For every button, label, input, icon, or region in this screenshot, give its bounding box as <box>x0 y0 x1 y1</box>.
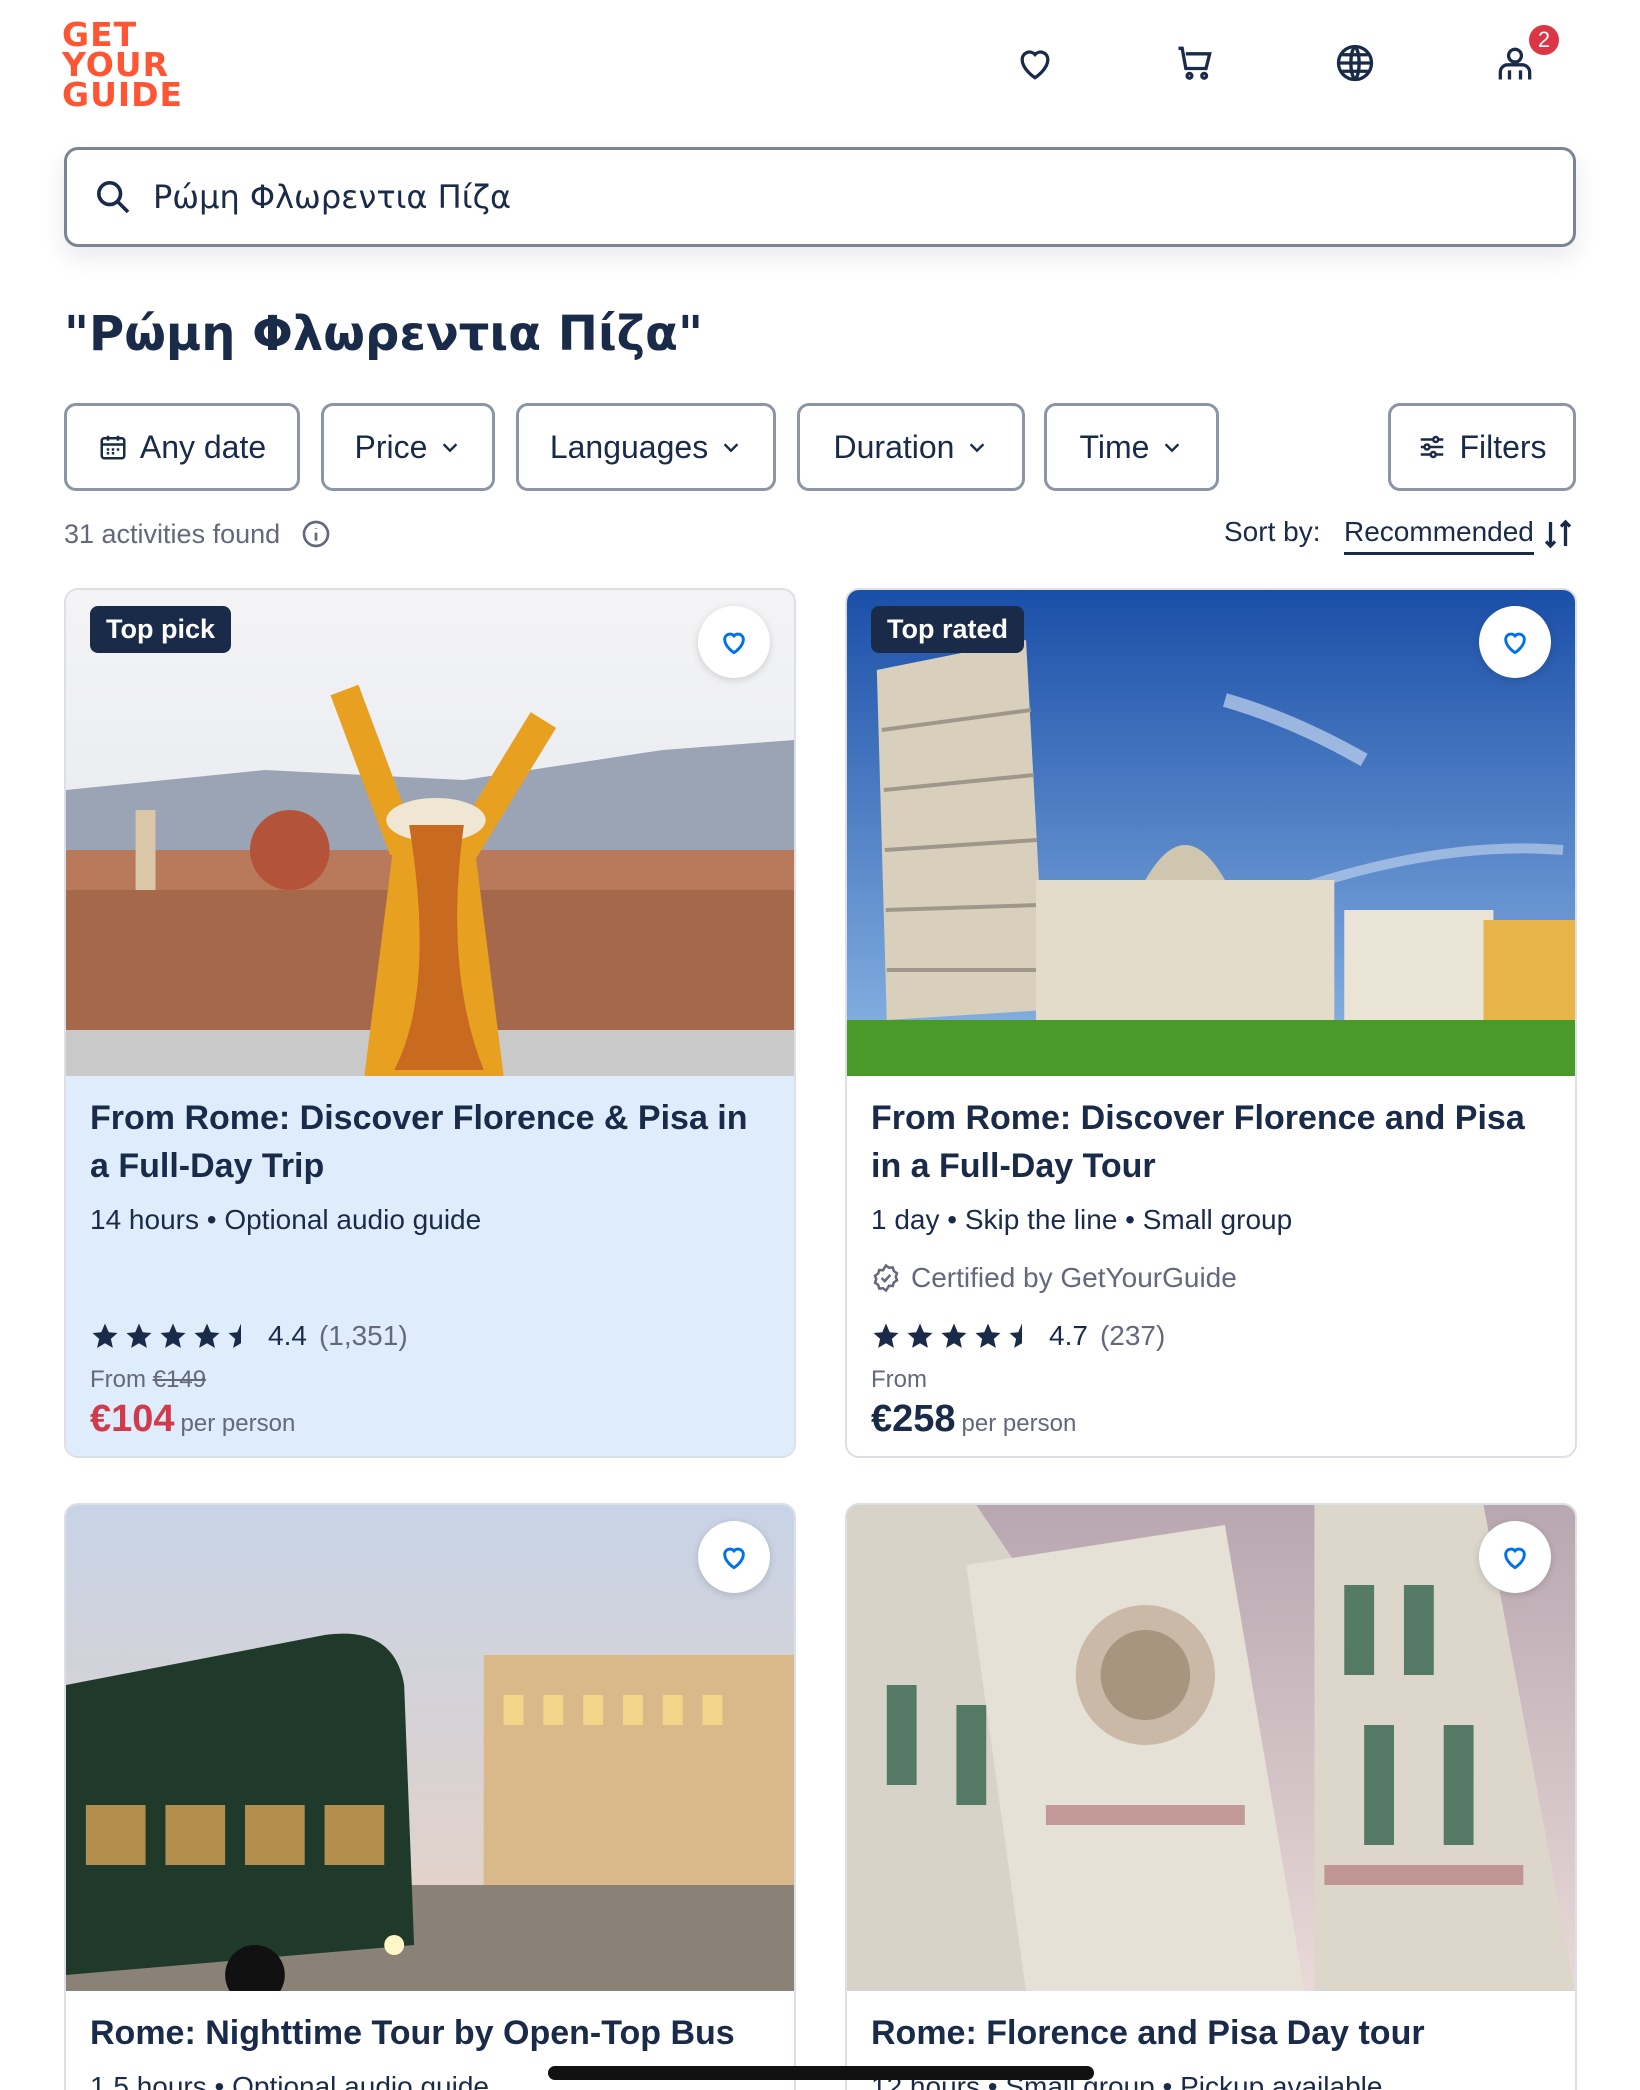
original-price: €149 <box>152 1366 207 1393</box>
page: GET YOUR GUIDE 2 "Ρώμη Φλωρεντια Πίζα" A… <box>0 0 1640 2090</box>
top-rated-badge: Top rated <box>871 606 1024 653</box>
price: €258 per person <box>871 1398 1077 1440</box>
price: €104 per person <box>90 1398 296 1440</box>
review-count: (1,351) <box>318 1320 408 1351</box>
rating-value: 4.4 <box>268 1320 307 1351</box>
top-pick-badge: Top pick <box>90 606 232 653</box>
activity-card[interactable]: Top pick From Rome: Discover Florence & … <box>64 588 796 1458</box>
activity-title[interactable]: From Rome: Discover Florence & Pisa in a… <box>90 1094 770 1190</box>
time-filter-button[interactable]: Time <box>1044 403 1219 491</box>
duration-filter-button[interactable]: Duration <box>797 403 1025 491</box>
star-icon <box>975 1323 1001 1348</box>
heart-icon <box>723 1547 745 1570</box>
heart-icon <box>723 632 745 655</box>
price-filter-button[interactable]: Price <box>321 403 495 491</box>
globe-icon[interactable] <box>1330 38 1380 88</box>
search-bar[interactable] <box>64 147 1576 247</box>
page-title: "Ρώμη Φλωρεντια Πίζα" <box>64 306 704 362</box>
sliders-icon <box>1421 435 1444 459</box>
heart-icon <box>1504 632 1526 655</box>
search-input[interactable] <box>153 178 1453 216</box>
star-icon <box>907 1323 933 1348</box>
star-rating <box>871 1321 1037 1351</box>
add-to-wishlist-button[interactable] <box>1479 606 1551 678</box>
from-label: From €149 <box>90 1366 207 1393</box>
heart-icon <box>1504 1547 1526 1570</box>
half-star-icon <box>228 1323 241 1348</box>
star-icon <box>92 1323 118 1348</box>
activity-image <box>847 1505 1575 1991</box>
results-count: 31 activities found <box>64 518 332 550</box>
certified-check-icon <box>873 1263 899 1293</box>
sort-label: Sort by: <box>1224 516 1321 547</box>
rating-value: 4.7 <box>1049 1320 1088 1351</box>
star-icon <box>160 1323 186 1348</box>
chevron-down-icon <box>443 443 458 453</box>
from-label: From <box>871 1366 927 1393</box>
chevron-down-icon <box>723 443 739 453</box>
search-icon <box>97 181 130 214</box>
rating: 4.4 (1,351) <box>90 1320 408 1352</box>
star-icon <box>126 1323 152 1348</box>
activity-meta: 1 day • Skip the line • Small group <box>871 1204 1293 1235</box>
home-indicator[interactable] <box>548 2066 1094 2080</box>
sort-dropdown[interactable]: Recommended <box>1344 516 1534 555</box>
star-rating <box>90 1321 256 1351</box>
certified-badge: Certified by GetYourGuide <box>871 1262 1551 1294</box>
chevron-down-icon <box>1165 443 1180 453</box>
filters-button[interactable]: Filters <box>1388 403 1576 491</box>
activity-meta: 14 hours • Optional audio guide <box>90 1204 482 1235</box>
activity-title[interactable]: Rome: Nighttime Tour by Open-Top Bus <box>90 2009 770 2057</box>
activity-card[interactable]: Rome: Florence and Pisa Day tour 12 hour… <box>845 1503 1577 2090</box>
notification-badge: 2 <box>1526 22 1562 58</box>
star-icon <box>194 1323 220 1348</box>
header: GET YOUR GUIDE 2 <box>0 0 1640 130</box>
calendar-icon <box>100 435 126 460</box>
date-filter-button[interactable]: Any date <box>64 403 300 491</box>
half-star-icon <box>1009 1323 1022 1348</box>
activity-title[interactable]: From Rome: Discover Florence and Pisa in… <box>871 1094 1551 1190</box>
cart-icon[interactable] <box>1170 38 1220 88</box>
rating: 4.7 (237) <box>871 1320 1165 1352</box>
activity-image: Top pick <box>66 590 794 1076</box>
activity-image <box>66 1505 794 1991</box>
activity-card-body: From Rome: Discover Florence and Pisa in… <box>847 1076 1575 1456</box>
chevron-down-icon <box>970 443 985 453</box>
activity-title[interactable]: Rome: Florence and Pisa Day tour <box>871 2009 1551 2057</box>
getyourguide-logo[interactable]: GET YOUR GUIDE <box>62 18 192 111</box>
languages-filter-button[interactable]: Languages <box>516 403 776 491</box>
activity-card-body: From Rome: Discover Florence & Pisa in a… <box>66 1076 794 1456</box>
add-to-wishlist-button[interactable] <box>1479 1521 1551 1593</box>
add-to-wishlist-button[interactable] <box>698 1521 770 1593</box>
sort-order-icon[interactable] <box>1540 516 1576 552</box>
wishlist-heart-icon[interactable] <box>1010 38 1060 88</box>
activity-card[interactable]: Top rated From Rome: Discover Florence a… <box>845 588 1577 1458</box>
star-icon <box>873 1323 899 1348</box>
activity-card[interactable]: Rome: Nighttime Tour by Open-Top Bus 1.5… <box>64 1503 796 2090</box>
info-icon[interactable] <box>300 518 332 550</box>
star-icon <box>941 1323 967 1348</box>
activity-image: Top rated <box>847 590 1575 1076</box>
review-count: (237) <box>1099 1320 1166 1351</box>
add-to-wishlist-button[interactable] <box>698 606 770 678</box>
